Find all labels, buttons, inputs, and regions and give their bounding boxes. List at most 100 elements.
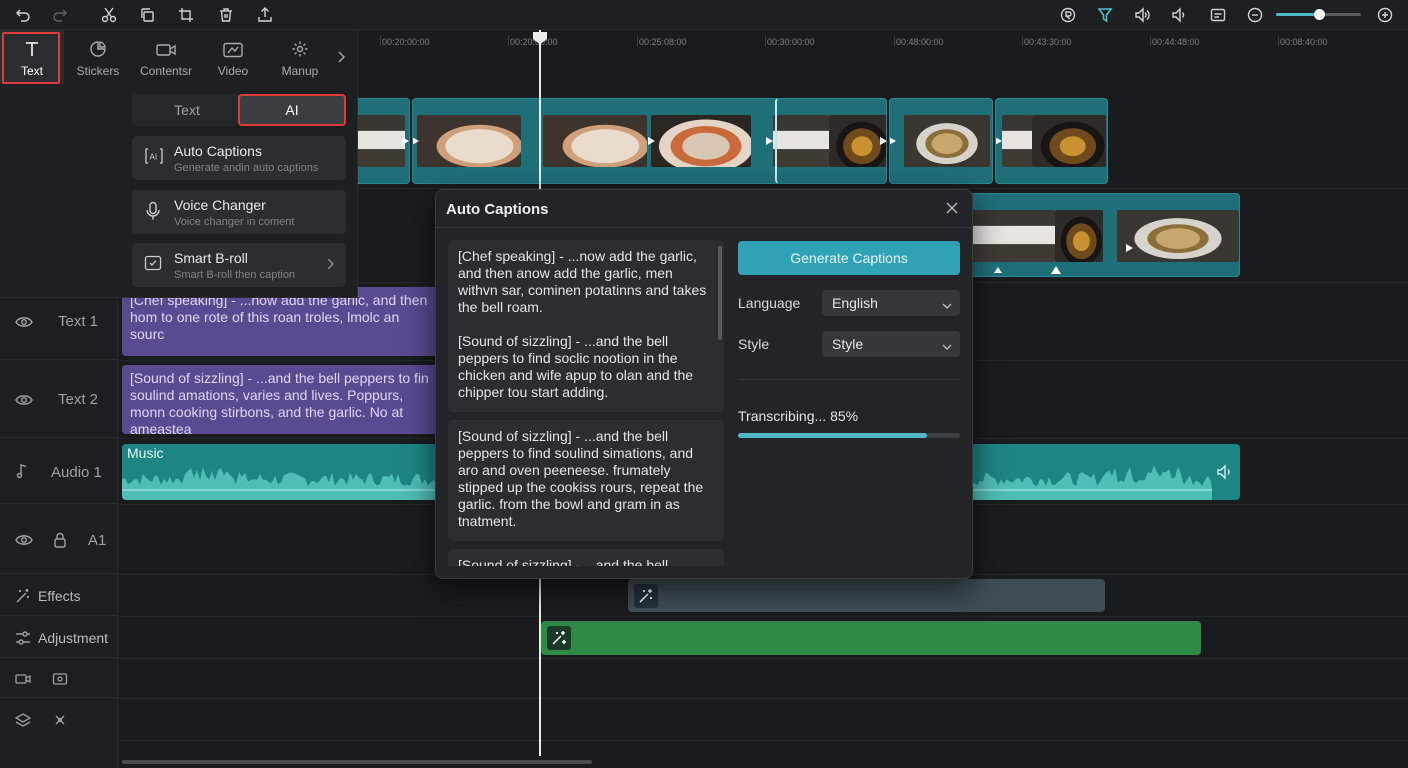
lock-icon[interactable] [53,532,67,548]
eye-icon[interactable] [15,533,33,547]
play-icon [645,135,657,147]
clip-thumbnail [1055,210,1103,262]
track-header-a1: A1 [0,506,118,574]
crop-icon[interactable] [176,5,196,25]
feature-auto-captions[interactable]: AI Auto Captions Generate andin auto cap… [132,136,346,180]
sticker-icon [89,40,107,58]
tab-contents[interactable]: Contentsr [134,30,198,84]
keyframe-marker[interactable] [994,267,1002,273]
track-name-a1: A1 [88,532,107,549]
feature-desc: Generate andin auto captions [174,162,319,174]
screen-icon[interactable] [52,672,68,686]
ruler-tick [765,36,766,46]
volume-icon[interactable] [1169,5,1189,25]
camera-icon[interactable] [15,672,31,686]
ruler-label: 00:30:00:00 [767,37,815,47]
timeline-ruler[interactable]: 00:20:00:00 00:20:00:00 00:25:08:00 00:3… [360,30,1408,52]
filter-icon[interactable] [1095,5,1115,25]
clip-thumbnail [1005,210,1055,262]
ruler-tick [1022,36,1023,46]
eye-icon[interactable] [15,315,33,329]
clip-thumbnail [543,115,647,167]
tab-manup[interactable]: Manup [268,30,332,84]
feature-desc: Voice changer in coment [174,216,295,228]
caption-item[interactable]: [Sound of sizzling] - ...and the bell [448,549,724,566]
gear-icon [291,40,309,58]
timeline-scrollbar[interactable] [122,760,592,764]
row-divider [118,740,1408,741]
subtab-ai[interactable]: AI [238,94,346,126]
camera-icon [156,42,176,58]
duplicate-icon[interactable] [137,5,157,25]
sparkle-icon[interactable] [52,712,68,728]
layers-icon[interactable] [15,712,31,728]
tab-label: Manup [281,64,319,78]
export-icon[interactable] [255,5,275,25]
language-value: English [832,295,878,311]
feature-smart-broll[interactable]: Smart B-roll Smart B-roll then caption [132,243,346,287]
caption-item[interactable]: [Sound of sizzling] - ...and the bell pe… [448,420,724,541]
zoom-out-icon[interactable] [1245,5,1265,25]
caption-item[interactable]: [Chef speaking] - ...now add the garlic,… [448,240,724,412]
zoom-in-icon[interactable] [1375,5,1395,25]
clip-thumbnail [417,115,521,167]
undo-icon[interactable] [13,5,33,25]
split-icon[interactable] [99,5,119,25]
keyframe-marker[interactable] [1051,266,1061,274]
clip-thumbnail [1002,115,1032,167]
chevron-down-icon [942,297,952,313]
ruler-tick [380,36,381,46]
microphone-icon [144,201,162,221]
chevron-right-icon [326,257,334,274]
ruler-label: 00:48:00:00 [896,37,944,47]
style-select[interactable]: Style [822,331,960,357]
music-note-icon [16,463,28,479]
video-clip[interactable] [889,98,993,184]
audio-icon[interactable] [1132,5,1152,25]
video-clip[interactable] [960,193,1240,277]
progress-bar-fill [738,433,927,438]
track-header-text2: Text 2 [0,362,118,438]
clip-thumbnail [1117,210,1239,262]
ruler-label: 00:08:40:00 [1280,37,1328,47]
ai-caption-icon: AI [144,147,164,165]
caption-list[interactable]: [Chef speaking] - ...now add the garlic,… [448,240,724,566]
caption-list-scrollbar[interactable] [718,246,722,340]
video-clip[interactable] [995,98,1108,184]
track-header-adjustment: Adjustment [0,618,118,658]
redo-icon[interactable] [50,5,70,25]
text-clip-2[interactable]: [Sound of sizzling] - ...and the bell pe… [122,365,442,434]
play-icon [877,135,886,147]
feature-voice-changer[interactable]: Voice Changer Voice changer in coment [132,190,346,234]
subtab-text[interactable]: Text [132,94,242,126]
adjustment-clip[interactable] [541,621,1201,655]
feature-title: Auto Captions [174,143,262,159]
preview-icon[interactable] [1208,5,1228,25]
generate-captions-button[interactable]: Generate Captions [738,241,960,275]
language-select[interactable]: English [822,290,960,316]
effects-clip[interactable] [628,579,1105,612]
audio-fade-icon[interactable] [1216,464,1234,480]
clip-thumbnail [1032,115,1106,167]
zoom-slider-thumb[interactable] [1313,9,1325,20]
side-panel: Text Stickers Contentsr Video Manup Text… [0,30,358,298]
ruler-tick [1150,36,1151,46]
progress-bar [738,433,960,438]
video-clip[interactable] [775,98,887,184]
render-icon[interactable] [1058,5,1078,25]
tab-video[interactable]: Video [201,30,265,84]
clip-thumbnail [904,115,990,167]
feature-desc: Smart B-roll then caption [174,269,296,281]
ruler-tick [1278,36,1279,46]
play-icon [996,135,1004,147]
tab-label: Video [217,64,249,78]
tab-label: Stickers [76,64,120,78]
caption-text: [Sound of sizzling] - ...and the bell pe… [458,428,704,529]
chevron-right-icon[interactable] [336,50,346,64]
close-icon[interactable] [946,202,958,217]
tab-stickers[interactable]: Stickers [66,30,130,84]
delete-icon[interactable] [216,5,236,25]
row-divider [118,698,1408,699]
eye-icon[interactable] [15,393,33,407]
progress-status: Transcribing... 85% [738,408,859,424]
